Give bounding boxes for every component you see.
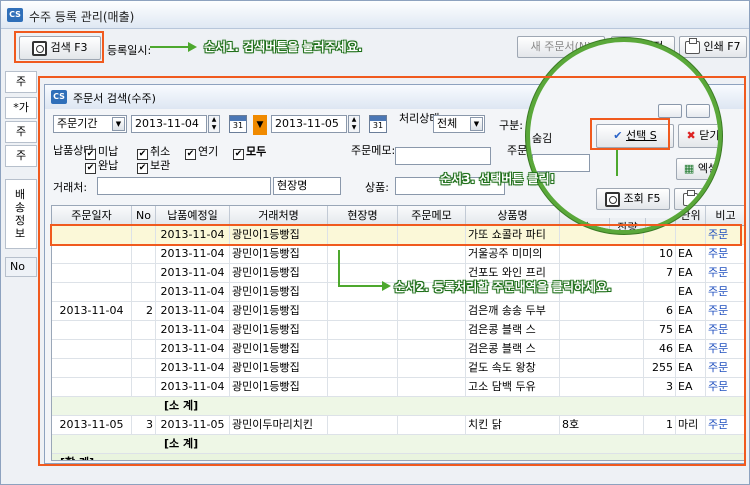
side-tab-3[interactable]: 주 xyxy=(5,121,37,143)
delivery-info-label: 배송정보 xyxy=(15,188,26,240)
step2-highlight xyxy=(50,224,742,246)
step3-annotation: 순서3. 선택버튼 클릭! xyxy=(440,172,556,186)
side-no-header: No xyxy=(5,257,37,277)
side-tab-4[interactable]: 주 xyxy=(5,145,37,167)
step2-annotation: 순서2. 등록처리할 주문내역을 클릭하세요. xyxy=(394,280,612,294)
step2-arrow-vertical xyxy=(338,250,340,286)
step1-arrow-head xyxy=(188,42,197,52)
step3-highlight xyxy=(590,118,670,150)
step1-arrow xyxy=(150,46,190,48)
step1-annotation: 순서1. 검색버튼을 눌러주세요. xyxy=(204,40,363,54)
reg-date-label: 등록일시: xyxy=(107,44,152,57)
step3-arrow-vertical xyxy=(616,150,618,176)
side-tab-2[interactable]: *가 xyxy=(5,97,37,119)
main-titlebar: CS 수주 등록 관리(매출) xyxy=(1,1,749,29)
step2-arrow-head xyxy=(382,281,391,291)
app-logo-icon: CS xyxy=(7,8,23,22)
side-tab-1[interactable]: 주 xyxy=(5,71,37,93)
window-title: 수주 등록 관리(매출) xyxy=(29,10,135,24)
step1-highlight xyxy=(14,31,104,63)
step2-arrow xyxy=(338,285,384,287)
delivery-info-panel[interactable]: 배송정보 xyxy=(5,179,37,249)
